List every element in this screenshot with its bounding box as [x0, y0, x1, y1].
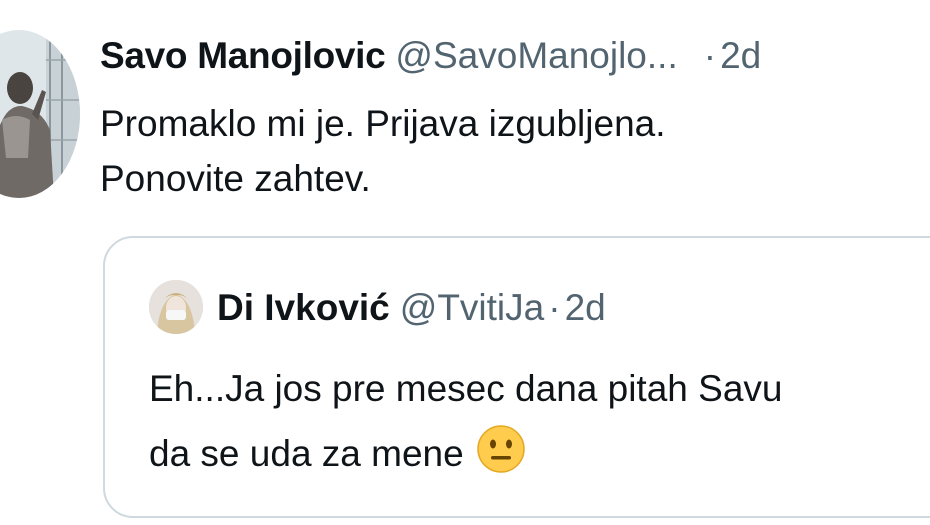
author-handle[interactable]: @SavoManojlo... — [395, 35, 677, 76]
quoted-text-line: Eh...Ja jos pre mesec dana pitah Savu — [149, 368, 783, 409]
tweet-header: Savo Manojlovic @SavoManojlo... · 2d — [100, 30, 761, 82]
separator-dot: · — [703, 35, 717, 76]
author-name[interactable]: Savo Manojlovic — [100, 35, 386, 76]
quoted-tweet-text: Eh...Ja jos pre mesec dana pitah Savu da… — [149, 356, 782, 486]
neutral-face-emoji-icon — [476, 424, 526, 474]
tweet-text-line: Ponovite zahtev. — [100, 158, 371, 199]
quoted-text-line-with-emoji: da se uda za mene — [149, 421, 782, 486]
quoted-author-name[interactable]: Di Ivković — [217, 287, 390, 328]
quoted-author-avatar[interactable] — [149, 280, 203, 334]
quoted-tweet-header: Di Ivković @TvitiJa · 2d — [217, 284, 606, 332]
quoted-text-line: da se uda za mene — [149, 433, 464, 474]
quoted-tweet-timestamp[interactable]: 2d — [565, 287, 606, 328]
separator-dot: · — [548, 287, 561, 328]
tweet-card[interactable]: Savo Manojlovic @SavoManojlo... · 2d Promak… — [0, 0, 930, 525]
tweet-timestamp[interactable]: 2d — [720, 35, 761, 76]
author-avatar[interactable] — [0, 30, 80, 198]
tweet-text-line: Promaklo mi je. Prijava izgubljena. — [100, 103, 666, 144]
tweet-text: Promaklo mi je. Prijava izgubljena. Pono… — [100, 96, 920, 206]
quoted-tweet[interactable]: Di Ivković @TvitiJa · 2d Eh...Ja jos pre me… — [103, 236, 930, 518]
quoted-author-handle[interactable]: @TvitiJa — [400, 287, 544, 328]
